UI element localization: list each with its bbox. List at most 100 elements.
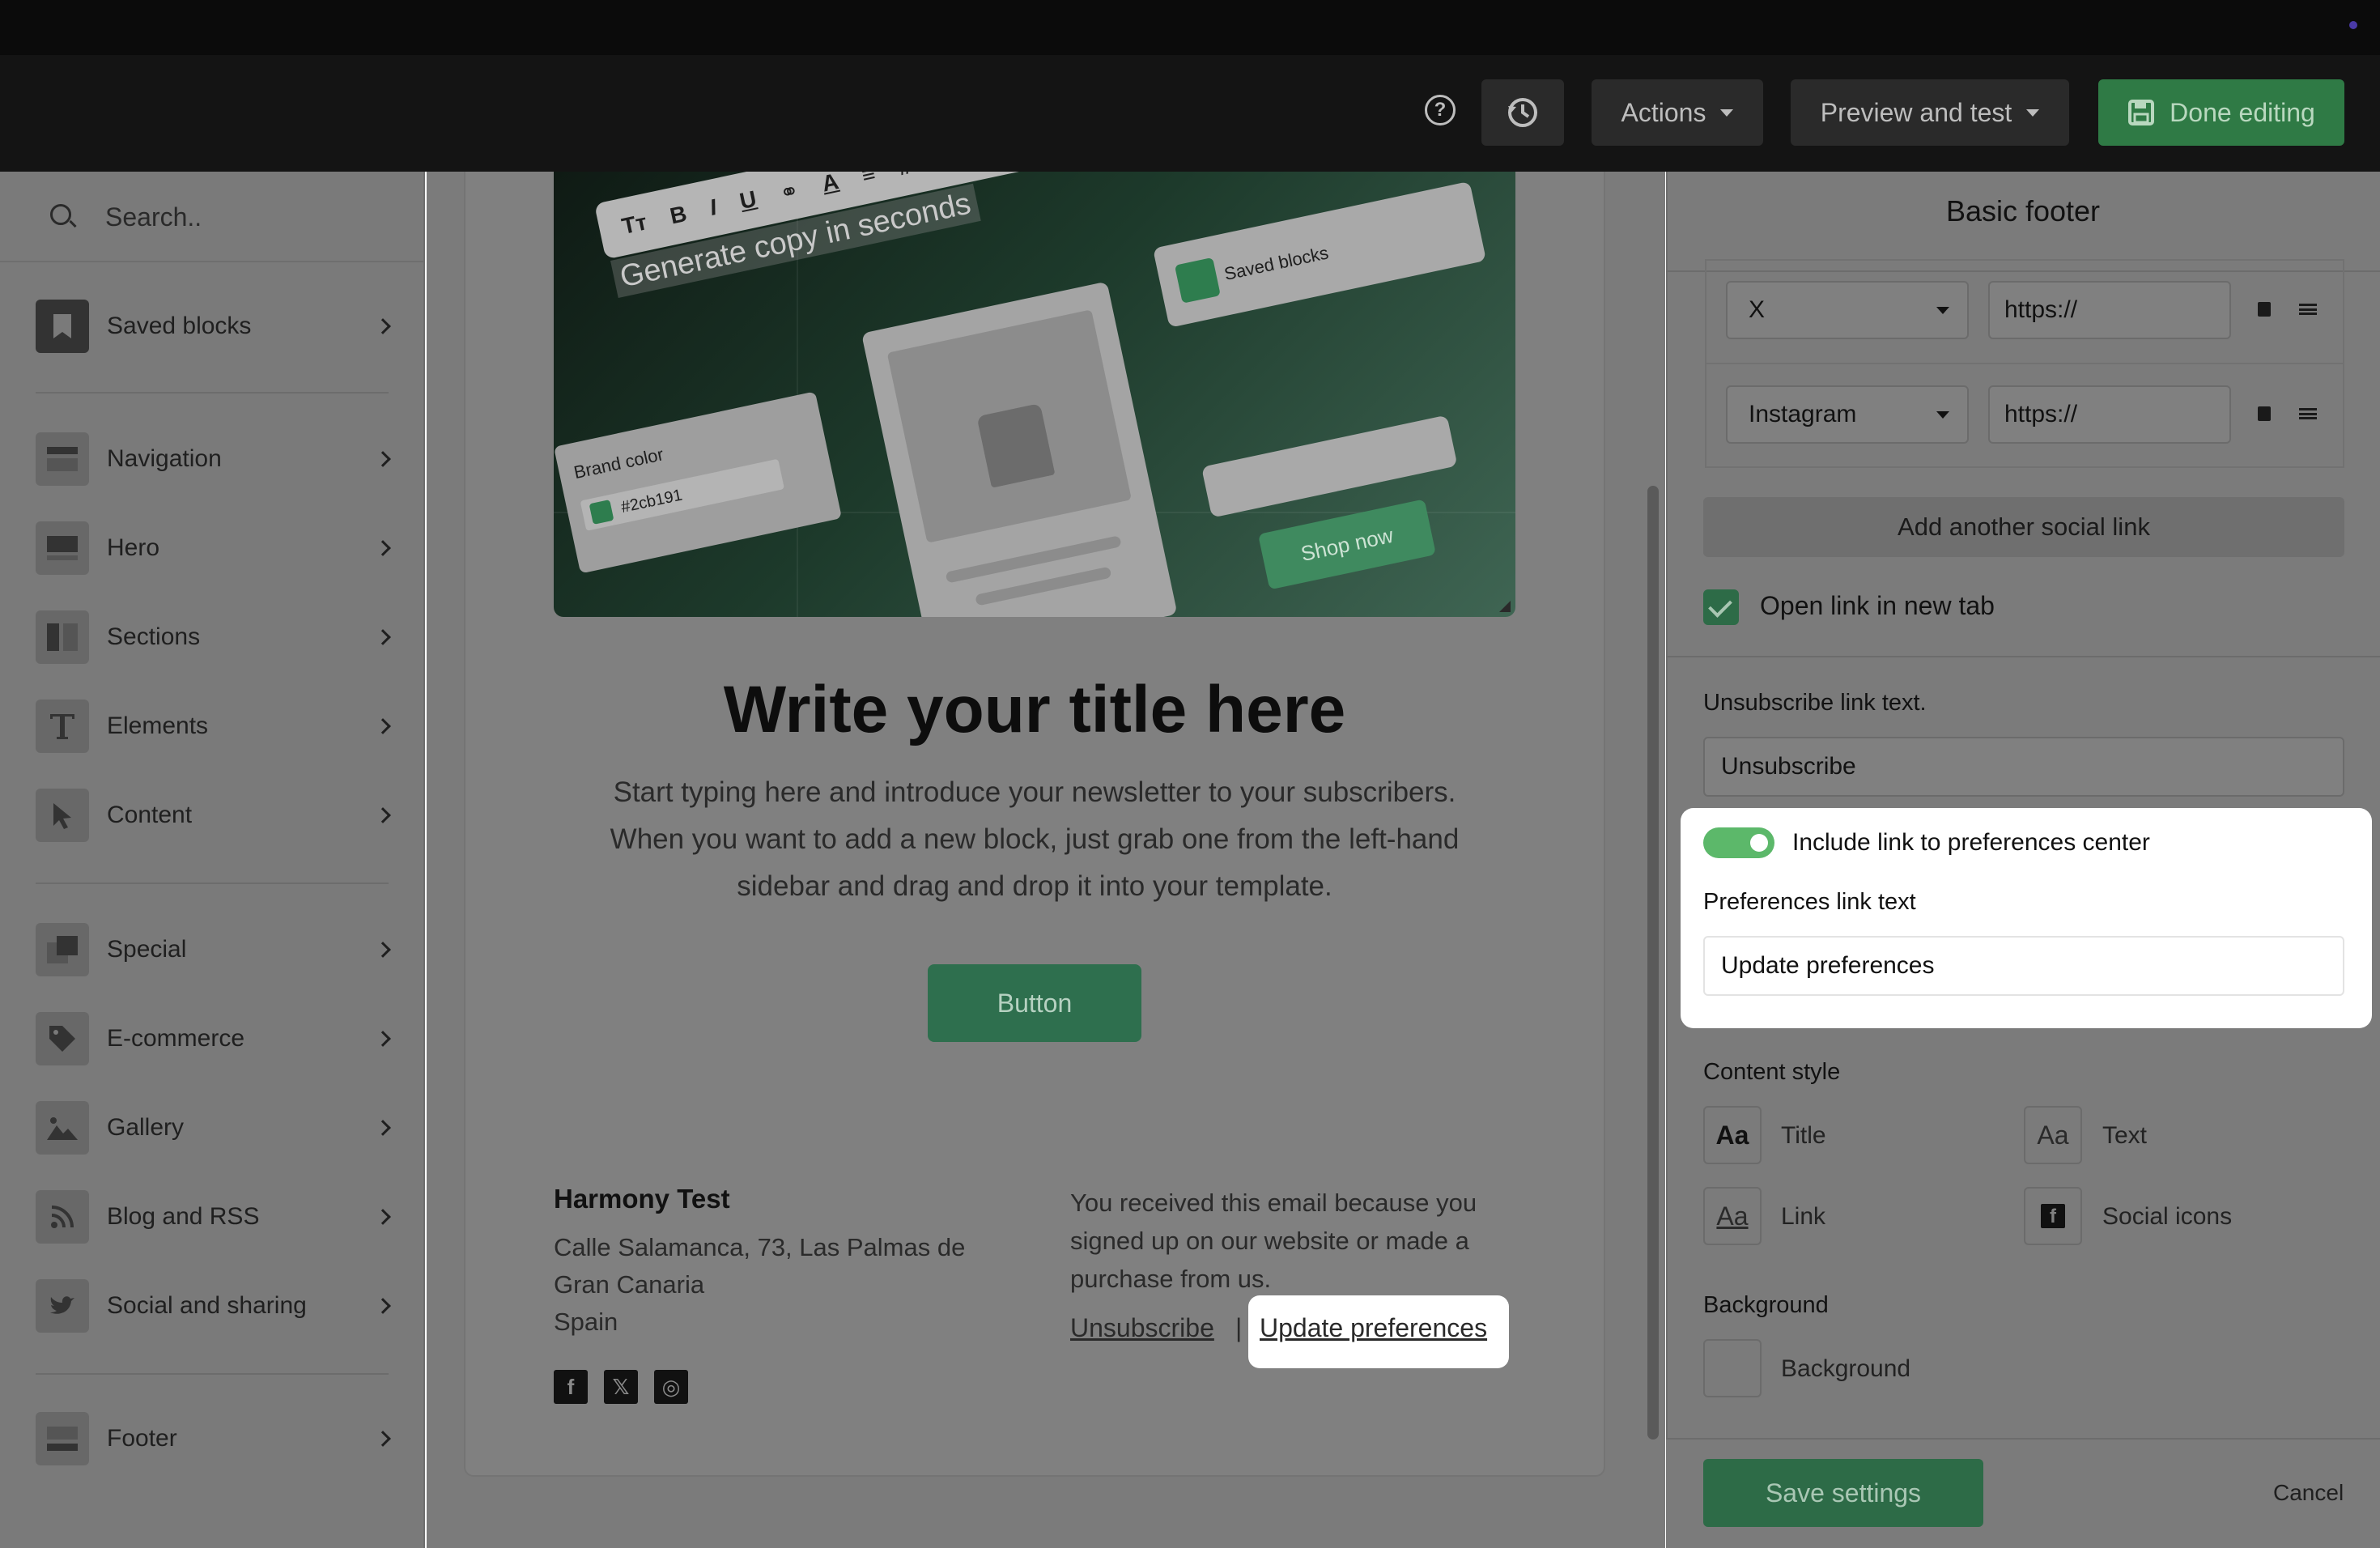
sidebar-divider [36, 882, 389, 884]
preferences-text-input[interactable]: Update preferences [1703, 936, 2344, 996]
footer-link-separator: | [1235, 1313, 1243, 1342]
link-style-swatch[interactable]: Aa [1703, 1187, 1762, 1245]
trash-icon[interactable] [2258, 406, 2271, 421]
cancel-button[interactable]: Cancel [2273, 1480, 2344, 1506]
sidebar-item-elements[interactable]: Elements [0, 682, 425, 771]
canvas-scrollbar[interactable] [1647, 486, 1659, 1440]
text-style-swatch[interactable]: Aa [2024, 1106, 2082, 1164]
title-style-label: Title [1781, 1122, 1826, 1149]
include-preferences-toggle[interactable] [1703, 827, 1774, 858]
status-dot [2349, 21, 2357, 29]
sidebar-item-navigation[interactable]: Navigation [0, 415, 425, 504]
tshirt-icon [976, 402, 1056, 488]
panel-title: Basic footer [1945, 194, 2101, 228]
sidebar-item-footer[interactable]: Footer [0, 1394, 425, 1483]
background-label: Background [1781, 1355, 1911, 1382]
chevron-down-icon [1936, 410, 1949, 419]
sidebar-divider [36, 392, 389, 393]
chevron-right-icon [375, 1209, 391, 1225]
hero-image[interactable]: TтBIU⚭A≡#✦ Generate copy in seconds Save… [554, 172, 1515, 617]
footer-notice: You received this email because you sign… [1070, 1189, 1477, 1293]
search-bar [0, 172, 425, 262]
special-icon [36, 923, 89, 976]
sidebar-item-label: Content [107, 802, 193, 828]
sidebar-item-social-sharing[interactable]: Social and sharing [0, 1261, 425, 1350]
sidebar-item-saved-blocks[interactable]: Saved blocks [0, 282, 425, 371]
sidebar-item-content[interactable]: Content [0, 771, 425, 860]
social-icons-style-swatch[interactable]: f [2024, 1187, 2082, 1245]
sidebar-item-blog-rss[interactable]: Blog and RSS [0, 1172, 425, 1261]
sidebar-item-gallery[interactable]: Gallery [0, 1083, 425, 1172]
save-icon [2128, 100, 2155, 125]
color-swatch [589, 500, 614, 525]
preview-test-button[interactable]: Preview and test [1791, 79, 2069, 146]
unsubscribe-text-label: Unsubscribe link text. [1703, 690, 1927, 716]
instagram-icon[interactable]: ◎ [654, 1370, 688, 1404]
sidebar-item-sections[interactable]: Sections [0, 593, 425, 682]
top-strip [0, 0, 2380, 55]
save-settings-button[interactable]: Save settings [1703, 1459, 1983, 1527]
history-icon [1508, 98, 1537, 127]
sidebar-item-label: Blog and RSS [107, 1203, 260, 1230]
title-style-swatch[interactable]: Aa [1703, 1106, 1762, 1164]
text-icon [36, 700, 89, 753]
social-network-select[interactable]: X [1726, 281, 1969, 339]
sidebar-item-e-commerce[interactable]: E-commerce [0, 994, 425, 1083]
done-editing-button[interactable]: Done editing [2098, 79, 2344, 146]
footer-social-icons: f 𝕏 ◎ [554, 1370, 688, 1404]
x-icon[interactable]: 𝕏 [604, 1370, 638, 1404]
footer-update-preferences-link[interactable]: Update preferences [1260, 1313, 1487, 1343]
image-icon [36, 1101, 89, 1155]
sidebar-item-label: E-commerce [107, 1025, 245, 1052]
link-style-label: Link [1781, 1203, 1826, 1230]
drag-handle-icon[interactable] [2299, 408, 2317, 419]
text-style-label: Text [2102, 1122, 2148, 1149]
background-color-swatch[interactable] [1703, 1339, 1762, 1397]
sidebar-item-label: Footer [107, 1425, 177, 1452]
open-new-tab-checkbox[interactable] [1703, 589, 1739, 625]
social-url-input[interactable]: https:// [1988, 281, 2231, 339]
sidebar-item-label: Saved blocks [107, 313, 252, 339]
chevron-right-icon [375, 451, 391, 467]
unsubscribe-text-input[interactable]: Unsubscribe [1703, 737, 2344, 797]
bookmark-icon [1174, 257, 1221, 304]
chevron-right-icon [375, 1298, 391, 1314]
history-button[interactable] [1481, 79, 1564, 146]
facebook-icon: f [2041, 1204, 2065, 1228]
search-icon [50, 204, 71, 225]
search-input[interactable] [105, 196, 397, 238]
footer-unsubscribe-link[interactable]: Unsubscribe [1070, 1313, 1214, 1343]
saved-blocks-card: Saved blocks [1153, 181, 1487, 328]
footer-icon [36, 1412, 89, 1465]
chevron-right-icon [375, 942, 391, 958]
drag-handle-icon[interactable] [2299, 304, 2317, 315]
actions-button[interactable]: Actions [1592, 79, 1763, 146]
open-new-tab-label: Open link in new tab [1760, 591, 1995, 620]
facebook-icon[interactable]: f [554, 1370, 588, 1404]
chevron-down-icon [2026, 108, 2040, 117]
chevron-down-icon [1936, 306, 1949, 314]
sidebar-item-label: Gallery [107, 1114, 185, 1141]
sidebar-item-hero[interactable]: Hero [0, 504, 425, 593]
help-icon[interactable]: ? [1425, 95, 1456, 125]
include-preferences-label: Include link to preferences center [1792, 829, 2150, 856]
navigation-icon [36, 432, 89, 486]
hero-icon [36, 521, 89, 575]
chevron-down-icon [1720, 108, 1734, 117]
social-url-input[interactable]: https:// [1988, 385, 2231, 444]
rss-icon [36, 1190, 89, 1244]
email-body-text[interactable]: Start typing here and introduce your new… [554, 769, 1515, 910]
trash-icon[interactable] [2258, 302, 2271, 317]
add-social-link-button[interactable]: Add another social link [1703, 497, 2344, 557]
email-title[interactable]: Write your title here [554, 672, 1515, 748]
email-cta-button[interactable]: Button [928, 964, 1141, 1042]
sidebar-divider [36, 1373, 389, 1375]
sidebar-item-label: Social and sharing [107, 1292, 307, 1319]
sidebar-item-label: Sections [107, 623, 201, 650]
chevron-right-icon [375, 1031, 391, 1047]
chevron-right-icon [375, 318, 391, 334]
resize-handle-icon[interactable] [1499, 601, 1511, 612]
social-network-select[interactable]: Instagram [1726, 385, 1969, 444]
sidebar-item-special[interactable]: Special [0, 905, 425, 994]
background-heading: Background [1703, 1292, 1829, 1318]
